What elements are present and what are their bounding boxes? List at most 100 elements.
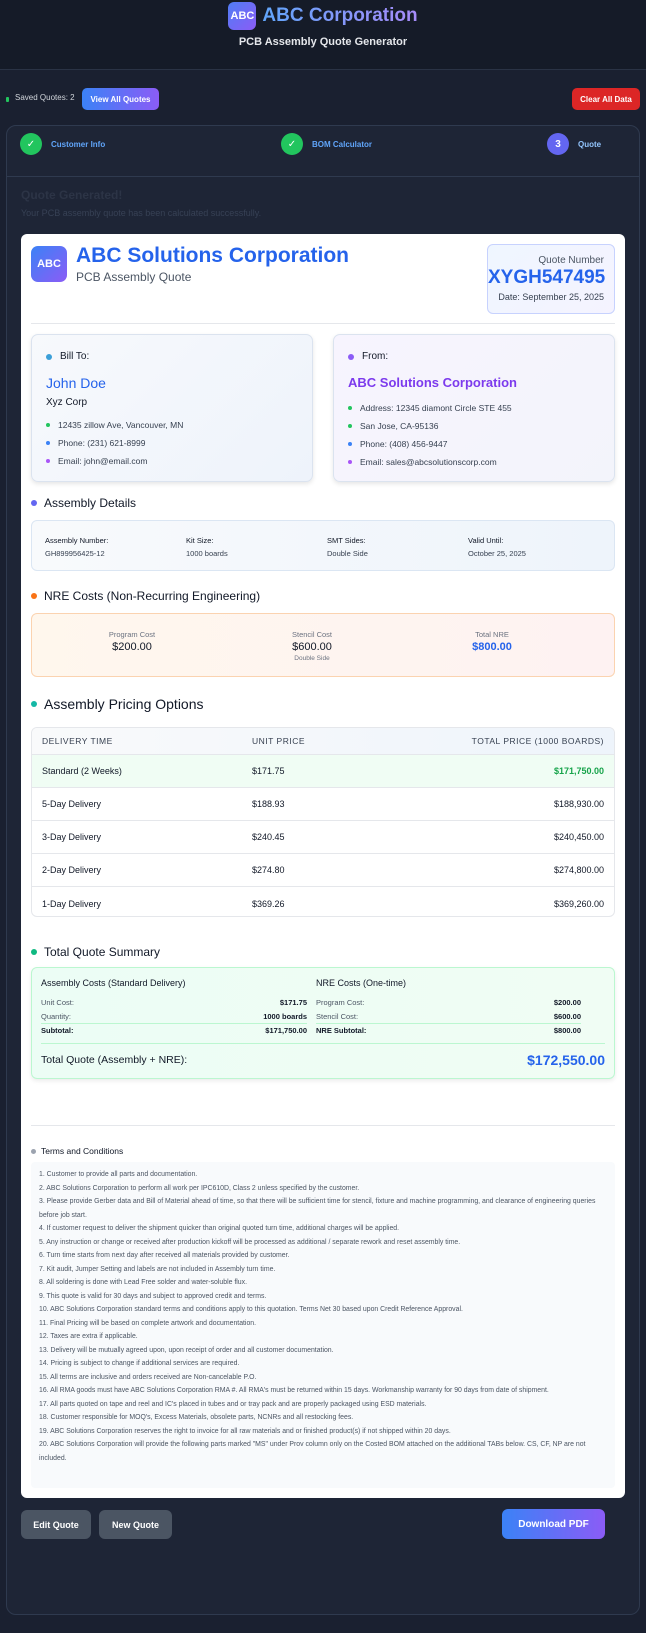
email-line: Email: john@email.com [58,456,148,466]
app-name: ABC Corporation [262,5,418,26]
field-value: October 25, 2025 [468,549,526,558]
bill-to-heading: Bill To: [46,351,89,362]
field-label: SMT Sides: [327,536,366,545]
table-row: 2-Day Delivery $274.80 $274,800.00 [32,854,614,887]
table-row: 3-Day Delivery $240.45 $240,450.00 [32,821,614,854]
check-icon: ✓ [281,133,303,155]
email-line: Email: sales@abcsolutionscorp.com [360,457,497,467]
step-customer-info[interactable]: ✓ Customer Info [20,133,105,155]
result-title: Quote Generated! [21,188,123,202]
nre-costs-column: NRE Costs (One-time) Program Cost: $200.0… [316,978,581,1037]
download-pdf-button[interactable]: Download PDF [502,1509,605,1539]
clear-all-data-button[interactable]: Clear All Data [572,88,640,110]
summary-line: Stencil Cost: $600.00 [316,1009,581,1023]
column-header: TOTAL PRICE (1000 BOARDS) [471,736,604,746]
field-value: $200.00 [112,641,152,653]
brand: ABC ABC Corporation [0,2,646,30]
stencil-cost: Stencil Cost $600.00 Double Side [232,630,392,662]
customer-name: John Doe [46,375,106,391]
line-label: Program Cost: [316,997,365,1007]
main-panel: ✓ Customer Info ✓ BOM Calculator 3 Quote… [6,125,640,1615]
line-label: NRE Subtotal: [316,1026,367,1035]
address-line: 12435 zillow Ave, Vancouver, MN [58,420,184,430]
field-label: Total NRE [475,630,509,639]
list-item: 1. Customer to provide all parts and doc… [39,1171,198,1178]
line-value: $171,750.00 [265,1026,307,1035]
from-lines: Address: 12345 diamont Circle STE 455 Sa… [348,399,512,471]
bill-to-lines: 12435 zillow Ave, Vancouver, MN Phone: (… [46,416,183,470]
list-item: 12. Taxes are extra if applicable. [39,1333,138,1340]
step-label: Quote [578,139,602,149]
bullet-icon [348,406,352,410]
list-item: 3. Please provide Gerber data and Bill o… [39,1198,596,1219]
step-bom-calculator[interactable]: ✓ BOM Calculator [281,133,372,155]
list-item: 10. ABC Solutions Corporation standard t… [39,1306,463,1313]
app-subtitle: PCB Assembly Quote Generator [238,36,408,48]
section-title: Assembly Details [44,496,137,510]
sender-name: ABC Solutions Corporation [348,375,517,390]
program-cost: Program Cost $200.00 [52,630,212,653]
step-label: Customer Info [51,139,106,149]
quote-number-box: Quote Number XYGH547495 Date: September … [487,244,615,314]
address-line: Address: 12345 diamont Circle STE 455 [360,403,512,413]
field-label: Stencil Cost [291,630,333,639]
field-value: $600.00 [292,641,332,653]
new-quote-button[interactable]: New Quote [99,1510,172,1539]
bullet-icon [348,353,354,360]
list-item: 20. ABC Solutions Corporation will provi… [39,1441,586,1462]
field-label: Program Cost [108,630,156,639]
step-number: 3 [547,133,569,155]
line-value: $600.00 [553,1011,581,1021]
summary-line: Program Cost: $200.00 [316,995,581,1009]
list-item: Phone: (408) 456-9447 [348,435,512,453]
nre-costs-title: NRE Costs (Non-Recurring Engineering) [31,589,260,603]
table-row: 5-Day Delivery $188.93 $188,930.00 [32,788,614,821]
bullet-icon [46,459,50,463]
customer-company: Xyz Corp [46,397,88,408]
bullet-icon [31,500,37,506]
saved-quotes-count: Saved Quotes: 2 [15,93,75,102]
bullet-icon [31,1148,36,1154]
edit-quote-button[interactable]: Edit Quote [21,1510,91,1539]
brand-logo: ABC [228,2,257,30]
field-label: Assembly Number: [45,536,109,545]
column-heading: Assembly Costs (Standard Delivery) [41,978,186,988]
assembly-details-title: Assembly Details [31,496,136,510]
saved-indicator-icon [6,97,9,102]
field-value: 1000 boards [186,549,228,558]
delivery-time: 3-Day Delivery [42,832,102,842]
delivery-time: 2-Day Delivery [42,865,102,875]
bullet-icon [46,423,50,427]
city-line: San Jose, CA-95136 [360,421,439,431]
step-label: BOM Calculator [312,139,373,149]
list-item: 9. This quote is valid for 30 days and s… [39,1292,267,1300]
list-item: 2. ABC Solutions Corporation to perform … [39,1184,360,1192]
step-quote[interactable]: 3 Quote [547,133,601,155]
field-label: Kit Size: [186,536,214,545]
terms-list: 1. Customer to provide all parts and doc… [31,1162,615,1488]
section-title: Assembly Pricing Options [44,696,204,712]
divider [31,1125,615,1126]
list-item: Email: john@email.com [46,452,183,470]
list-item: 8. All soldering is done with Lead Free … [39,1279,247,1286]
unit-price: $240.45 [252,832,285,842]
summary-line: Quantity: 1000 boards [41,1009,307,1023]
line-label: Stencil Cost: [316,1011,359,1021]
bill-to-card: Bill To: John Doe Xyz Corp 12435 zillow … [31,334,313,482]
step-indicator: ✓ Customer Info ✓ BOM Calculator 3 Quote [7,126,639,177]
company-logo: ABC [31,246,67,282]
line-label: Quantity: [41,1011,72,1021]
bullet-icon [348,424,352,428]
quote-summary-title: Total Quote Summary [31,945,160,959]
column-header: DELIVERY TIME [42,736,113,746]
view-all-quotes-button[interactable]: View All Quotes [82,88,159,110]
quote-type: PCB Assembly Quote [76,270,192,284]
summary-subtotal: Subtotal: $171,750.00 [41,1023,307,1037]
line-label: Unit Cost: [41,997,74,1007]
field-value: GH899956425-12 [45,549,105,558]
list-item: Email: sales@abcsolutionscorp.com [348,453,512,471]
bill-to-label: Bill To: [60,351,90,362]
field-value: $800.00 [472,641,512,653]
delivery-time: Standard (2 Weeks) [42,766,122,776]
unit-price: $369.26 [252,898,285,909]
